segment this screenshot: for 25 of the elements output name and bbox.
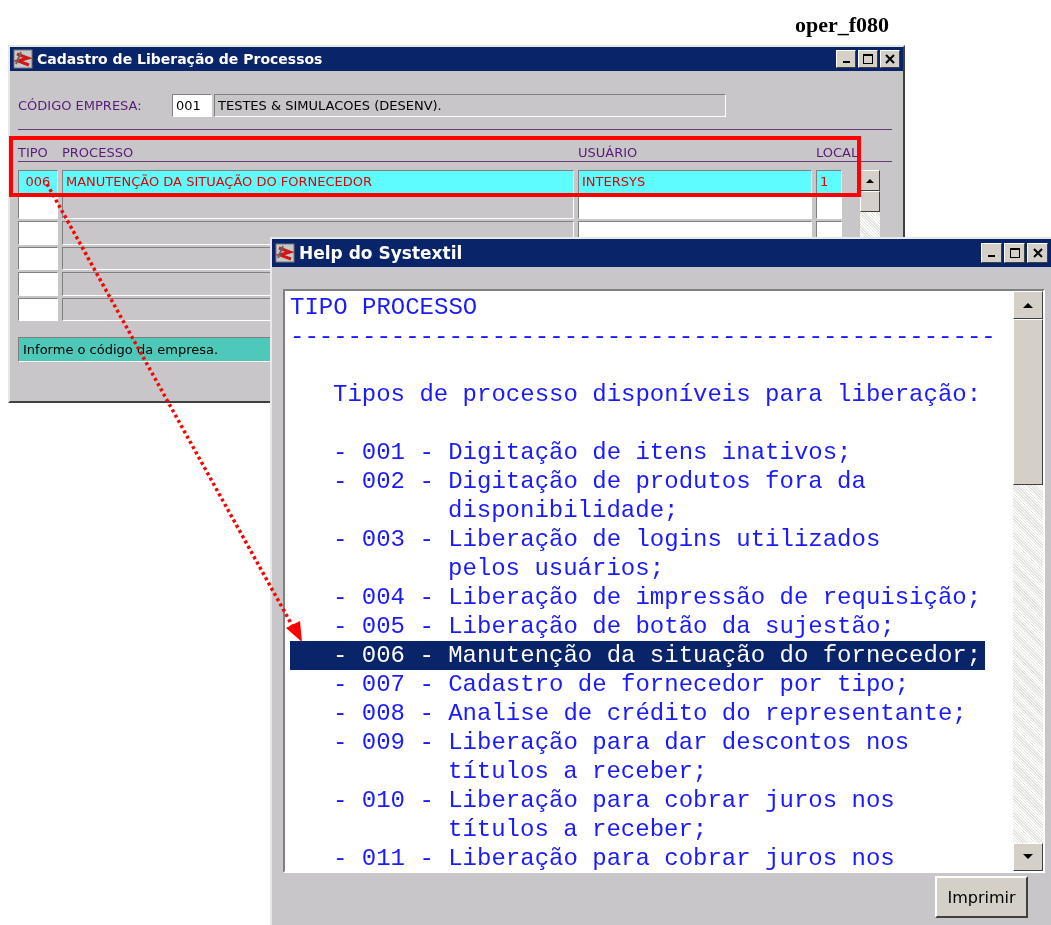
help-intro: Tipos de processo disponíveis para liberação: bbox=[332, 380, 982, 409]
column-header: PROCESSO bbox=[62, 144, 135, 160]
help-line: - 002 - Digitação de produtos fora da bbox=[333, 467, 866, 496]
help-line: disponibilidade; bbox=[447, 496, 679, 525]
help-line: - 003 - Liberação de logins utilizados bbox=[333, 525, 881, 554]
company-name-field: TESTES & SIMULACOES (DESENV). bbox=[214, 93, 726, 117]
help-line: - 007 - Cadastro de fornecedor por tipo; bbox=[333, 670, 910, 699]
column-header: TIPO bbox=[18, 144, 49, 160]
field-label: CÓDIGO EMPRESA: bbox=[18, 97, 143, 113]
window-title: Help do Systextil bbox=[299, 243, 464, 263]
help-heading: TIPO PROCESSO bbox=[290, 293, 478, 322]
help-line: - 009 - Liberação para dar descontos nos bbox=[333, 728, 910, 757]
help-line: títulos a receber; bbox=[447, 757, 708, 786]
help-line: - 011 - Liberação para cobrar juros nos bbox=[333, 844, 895, 871]
help-line: - 004 - Liberação de impressão de requisição; bbox=[333, 583, 982, 612]
column-header: USUÁRIO bbox=[578, 144, 639, 160]
help-line: títulos a receber; bbox=[447, 815, 708, 844]
help-line: - 005 - Liberação de botão da sujestão; bbox=[333, 612, 895, 641]
page-caption: oper_f080 bbox=[795, 12, 890, 37]
column-header: LOCAL bbox=[816, 144, 860, 160]
help-line: - 010 - Liberação para cobrar juros nos bbox=[333, 786, 895, 815]
window-title: Cadastro de Liberação de Processos bbox=[37, 51, 324, 67]
help-line: - 001 - Digitação de itens inativos; bbox=[333, 438, 852, 467]
help-line: pelos usuários; bbox=[447, 554, 665, 583]
help-line: - 008 - Analise de crédito do representante; bbox=[333, 699, 967, 728]
